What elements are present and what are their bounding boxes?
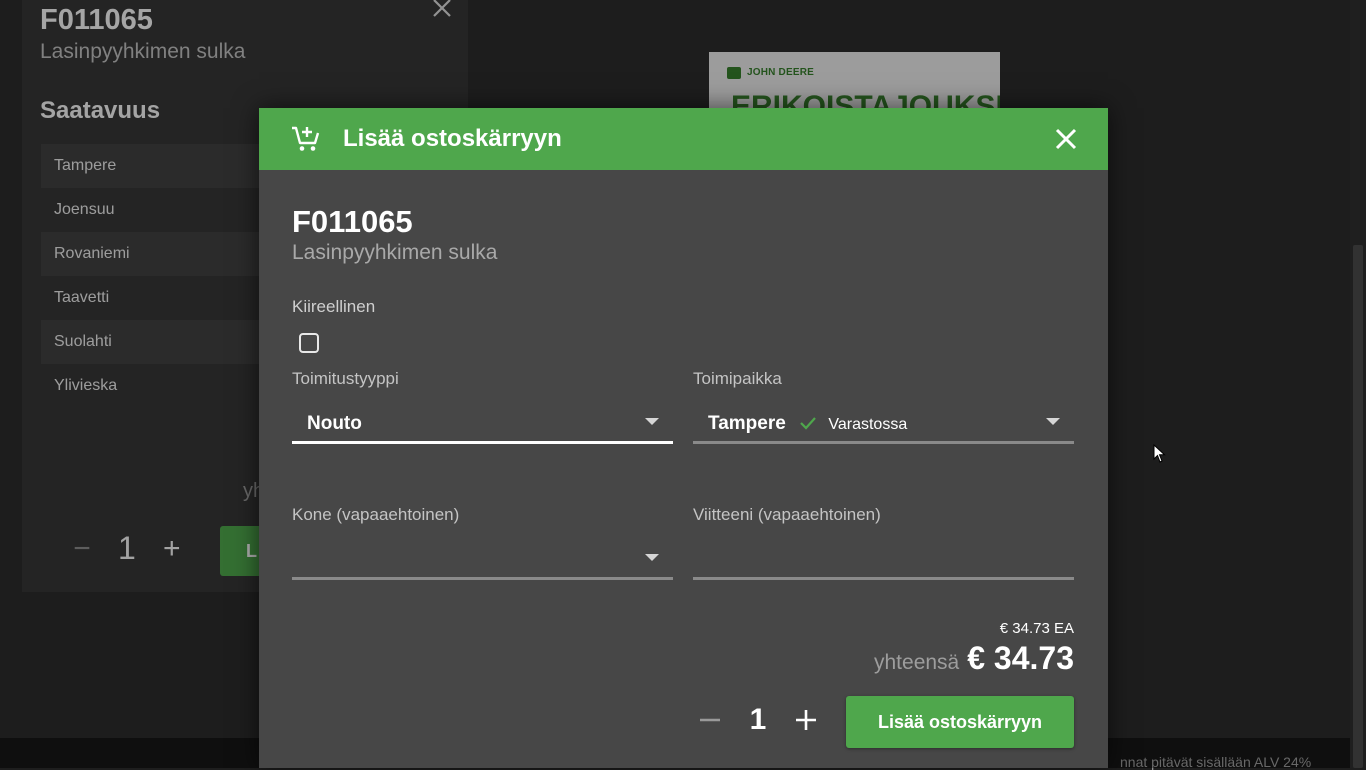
cart-add-icon (291, 124, 323, 154)
add-to-cart-dialog: Lisää ostoskärryyn F011065 Lasinpyyhkime… (259, 108, 1108, 768)
unit-price: € 34.73 EA (1000, 620, 1074, 637)
delivery-type-select[interactable]: Nouto (292, 404, 673, 444)
location-value: Tampere (708, 413, 786, 434)
reference-input[interactable] (693, 540, 1074, 580)
decrease-quantity-button[interactable] (696, 706, 724, 734)
chevron-down-icon (645, 418, 659, 425)
plus-icon (796, 710, 816, 730)
urgent-label: Kiireellinen (292, 297, 376, 316)
total-value: € 34.73 (967, 640, 1074, 676)
add-to-cart-button[interactable]: Lisää ostoskärryyn (846, 696, 1074, 748)
urgent-checkbox[interactable] (299, 333, 319, 353)
close-icon[interactable] (1052, 125, 1080, 153)
product-name: Lasinpyyhkimen sulka (292, 241, 498, 264)
unit-label: EA (1053, 620, 1074, 637)
reference-label: Viitteeni (vapaaehtoinen) (693, 505, 881, 524)
minus-icon (700, 718, 720, 722)
chevron-down-icon (1046, 418, 1060, 425)
unit-price-value: € 34.73 (999, 620, 1050, 637)
increase-quantity-button[interactable] (792, 706, 820, 734)
stock-status: Varastossa (828, 416, 908, 433)
location-select[interactable]: Tampere Varastossa (693, 404, 1074, 444)
delivery-type-value: Nouto (307, 413, 362, 434)
quantity-stepper: 1 (696, 698, 820, 742)
location-label: Toimipaikka (693, 369, 782, 388)
dialog-title: Lisää ostoskärryyn (343, 125, 562, 152)
dialog-header: Lisää ostoskärryyn (259, 108, 1108, 170)
checkmark-icon (800, 417, 816, 430)
quantity-value[interactable]: 1 (724, 703, 792, 737)
mouse-cursor-icon (1153, 444, 1166, 463)
delivery-type-label: Toimitustyyppi (292, 369, 399, 388)
machine-select[interactable] (292, 540, 673, 580)
machine-label: Kone (vapaaehtoinen) (292, 505, 460, 524)
location-value-wrap: Tampere Varastossa (708, 413, 907, 435)
total-row: yhteensä € 34.73 (874, 640, 1074, 677)
product-code: F011065 (292, 204, 413, 239)
chevron-down-icon (645, 554, 659, 561)
total-label: yhteensä (874, 651, 960, 674)
